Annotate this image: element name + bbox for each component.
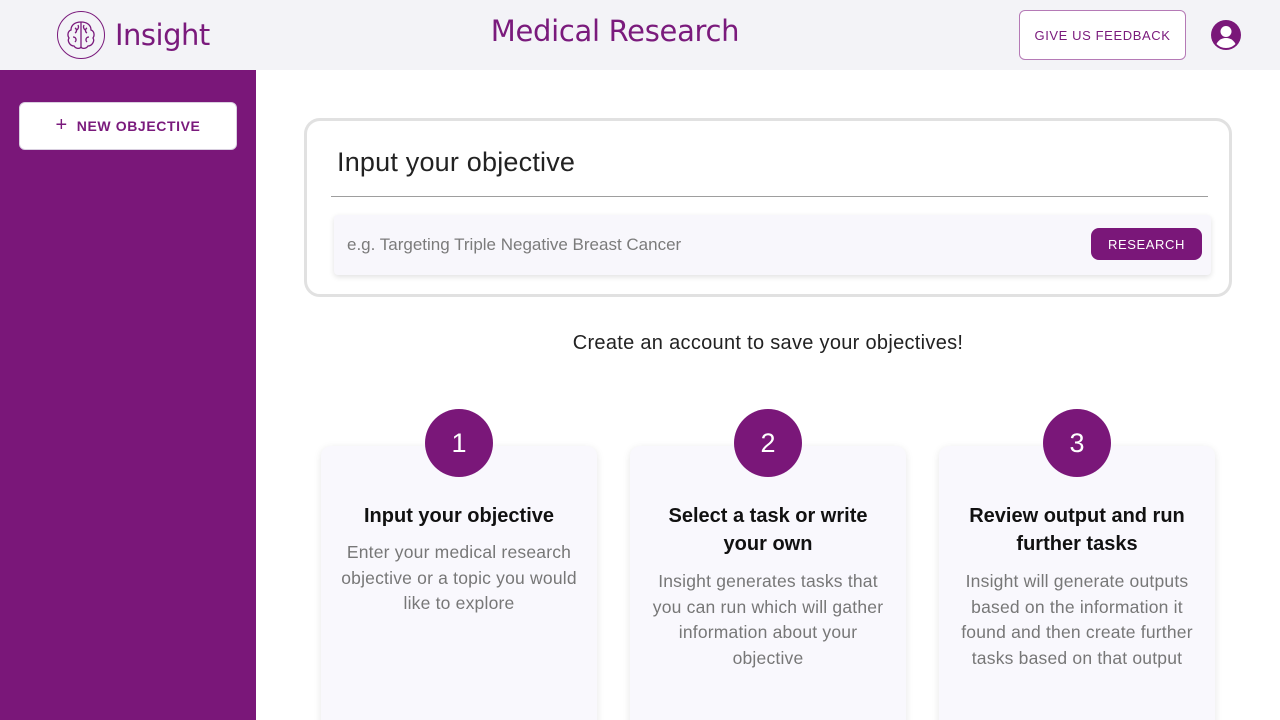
brain-icon bbox=[57, 11, 105, 59]
account-circle-icon[interactable] bbox=[1210, 19, 1242, 51]
app-logo[interactable]: Insight bbox=[57, 10, 210, 60]
step-number-1: 1 bbox=[425, 409, 493, 477]
create-account-message: Create an account to save your objective… bbox=[572, 332, 964, 354]
objective-input[interactable] bbox=[334, 215, 1074, 275]
step-title: Review output and run further tasks bbox=[969, 505, 1185, 555]
step-number-3: 3 bbox=[1043, 409, 1111, 477]
step-description: Enter your medical research objective or… bbox=[341, 542, 577, 613]
logo-text: Insight bbox=[115, 18, 210, 52]
page-title: Medical Research bbox=[490, 14, 740, 48]
step-card-2: Select a task or write your own Insight … bbox=[630, 446, 906, 720]
step-title: Input your objective bbox=[363, 505, 555, 527]
step-number-2: 2 bbox=[734, 409, 802, 477]
give-feedback-button[interactable]: GIVE US FEEDBACK bbox=[1019, 10, 1186, 60]
plus-icon: + bbox=[55, 113, 68, 136]
divider bbox=[331, 196, 1208, 197]
objective-title: Input your objective bbox=[337, 147, 576, 177]
new-objective-button[interactable]: + NEW OBJECTIVE bbox=[19, 102, 237, 150]
objective-panel: Input your objective RESEARCH bbox=[304, 118, 1232, 297]
step-card-3: Review output and run further tasks Insi… bbox=[939, 446, 1215, 720]
top-header: Insight Medical Research GIVE US FEEDBAC… bbox=[0, 0, 1280, 70]
step-title: Select a task or write your own bbox=[668, 505, 868, 555]
step-description: Insight generates tasks that you can run… bbox=[652, 571, 884, 668]
research-button[interactable]: RESEARCH bbox=[1091, 228, 1202, 260]
objective-search-bar: RESEARCH bbox=[334, 215, 1211, 275]
new-objective-label: NEW OBJECTIVE bbox=[76, 118, 201, 134]
sidebar: + NEW OBJECTIVE bbox=[0, 70, 256, 720]
step-description: Insight will generate outputs based on t… bbox=[961, 571, 1193, 668]
step-card-1: Input your objective Enter your medical … bbox=[321, 446, 597, 720]
